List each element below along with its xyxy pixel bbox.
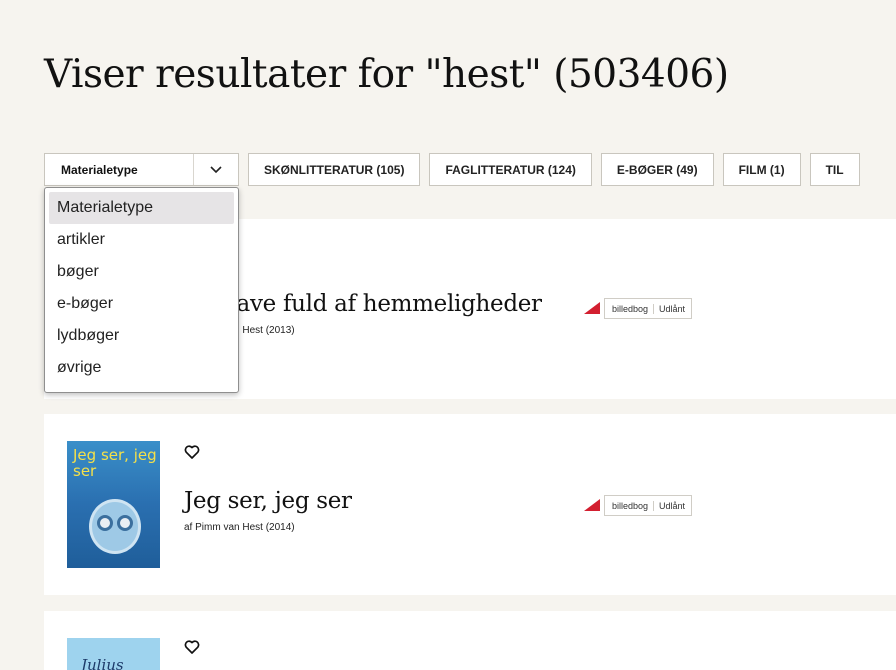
heart-outline-icon[interactable] (184, 639, 200, 655)
badge-status: Udlånt (659, 303, 686, 314)
filter-bar: Materialetype SKØNLITTERATUR (105) FAGLI… (44, 153, 860, 186)
filter-chip-e-boger[interactable]: E-BØGER (49) (600, 153, 714, 186)
material-type-dropdown[interactable]: Materialetype artikler bøger e-bøger lyd… (44, 187, 239, 393)
material-badge: billedbog Udlånt (584, 495, 693, 516)
dropdown-option-artikler[interactable]: artikler (49, 224, 234, 256)
cover-illustration-eye (117, 515, 133, 531)
material-type-select[interactable]: Materialetype (44, 153, 239, 186)
filter-chip-film[interactable]: FILM (1) (722, 153, 801, 186)
book-cover[interactable]: Jeg ser, jeg ser (67, 441, 160, 568)
badge-status: Udlånt (659, 500, 686, 511)
page-title: Viser resultater for "hest" (503406) (44, 52, 729, 97)
dropdown-option-boger[interactable]: bøger (49, 256, 234, 288)
result-card[interactable]: Julius (44, 611, 896, 670)
cover-title: Julius (81, 656, 124, 670)
heart-outline-icon[interactable] (184, 444, 200, 460)
book-cover[interactable]: Julius (67, 638, 160, 670)
filter-chip-skonlitteratur[interactable]: SKØNLITTERATUR (105) (248, 153, 421, 186)
filter-chip-faglitteratur[interactable]: FAGLITTERATUR (124) (429, 153, 592, 186)
result-byline: af Pimm van Hest (2014) (184, 522, 295, 533)
cover-title: Jeg ser, jeg ser (73, 446, 157, 480)
material-badge: billedbog Udlånt (584, 298, 693, 319)
dropdown-option-ovrige[interactable]: øvrige (49, 352, 234, 384)
chevron-down-icon[interactable] (193, 154, 238, 185)
material-type-select-label: Materialetype (61, 162, 138, 177)
badge-type: billedbog (605, 500, 655, 511)
badge-flag-icon (584, 302, 600, 314)
result-title[interactable]: Jeg ser, jeg ser (184, 488, 352, 514)
filter-chip-til[interactable]: TIL (809, 153, 860, 186)
badge-flag-icon (584, 499, 600, 511)
dropdown-option-lydboger[interactable]: lydbøger (49, 320, 234, 352)
cover-illustration (89, 499, 141, 554)
result-card[interactable]: Jeg ser, jeg ser Jeg ser, jeg ser af Pim… (44, 414, 896, 595)
badge-type: billedbog (605, 303, 655, 314)
dropdown-option-e-boger[interactable]: e-bøger (49, 288, 234, 320)
cover-illustration-eye (97, 515, 113, 531)
dropdown-option-materialetype[interactable]: Materialetype (49, 192, 234, 224)
